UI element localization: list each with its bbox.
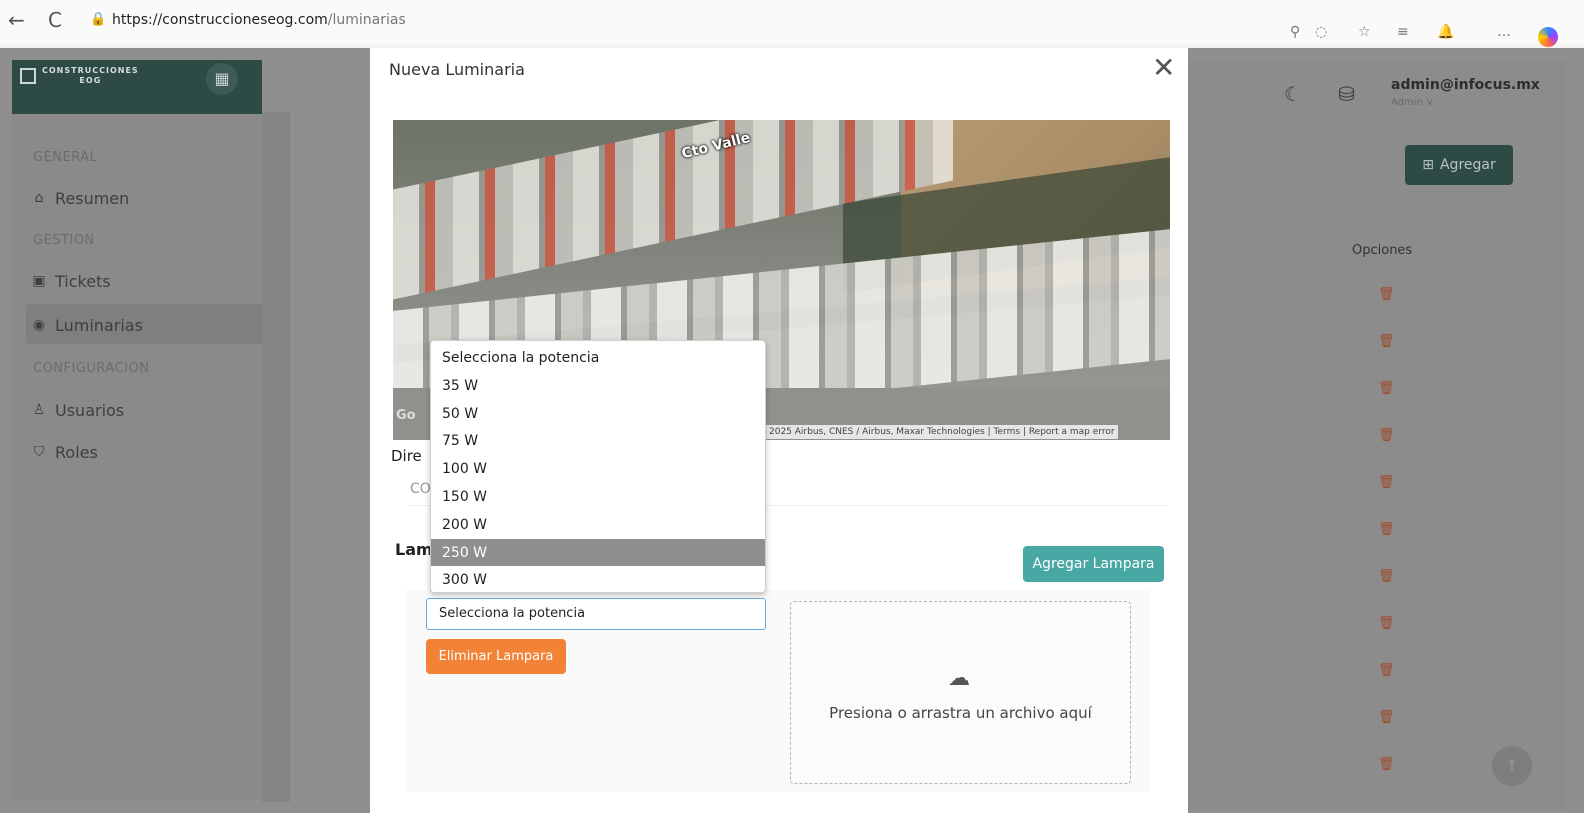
scroll-top-icon[interactable]: ↑ — [1492, 746, 1532, 786]
cloud-upload-icon: ☁ — [948, 666, 970, 691]
logo-line2: EOG — [79, 76, 102, 85]
location-icon[interactable]: ⚲ — [1290, 24, 1300, 40]
dropdown-option[interactable]: 100 W — [431, 455, 765, 483]
star-icon[interactable]: ☆ — [1358, 24, 1371, 40]
options-column-header: Opciones — [1352, 243, 1413, 258]
add-button-label: Agregar — [1439, 157, 1496, 173]
sidebar-item-label: Tickets — [55, 271, 111, 291]
sidebar-item-usuarios[interactable]: ♙ Usuarios — [32, 395, 124, 425]
trash-icon[interactable]: 🗑 — [1378, 522, 1395, 537]
user-icon: ♙ — [32, 402, 46, 418]
more-tools-icon[interactable]: ◌ — [1315, 24, 1327, 40]
trash-icon[interactable]: 🗑 — [1378, 287, 1395, 302]
dropzone-text: Presiona o arrastra un archivo aquí — [829, 704, 1092, 722]
logo-icon — [20, 68, 36, 84]
trash-icon[interactable]: 🗑 — [1378, 569, 1395, 584]
logo: CONSTRUCCIONES EOG — [42, 66, 139, 86]
url-host: https://construccioneseog.com — [112, 12, 328, 28]
sidebar-item-roles[interactable]: ⛉ Roles — [32, 437, 98, 467]
map-attribution[interactable]: 2025 Airbus, CNES / Airbus, Maxar Techno… — [766, 425, 1118, 439]
delete-lamp-button[interactable]: Eliminar Lampara — [426, 639, 566, 674]
browser-toolbar: ← C 🔒 https://construccioneseog.com/lumi… — [0, 0, 1584, 47]
grid-menu-icon[interactable]: ▦ — [206, 63, 238, 95]
lamps-heading: Lam — [395, 540, 433, 559]
sidebar-item-tickets[interactable]: ▣ Tickets — [32, 266, 111, 296]
trash-icon[interactable]: 🗑 — [1378, 381, 1395, 396]
section-general: GENERAL — [33, 150, 98, 165]
plus-box-icon: ⊞ — [1422, 157, 1434, 173]
back-button[interactable]: ← — [8, 8, 25, 32]
lock-icon: 🔒 — [90, 12, 107, 27]
database-icon[interactable]: ⛁ — [1338, 82, 1355, 106]
trash-icon[interactable]: 🗑 — [1378, 428, 1395, 443]
bell-icon[interactable]: 🔔 — [1437, 24, 1454, 40]
section-configuracion: CONFIGURACION — [33, 361, 150, 376]
trash-icon[interactable]: 🗑 — [1378, 663, 1395, 678]
address-label: Dire — [391, 447, 422, 465]
url-path: /luminarias — [327, 12, 406, 28]
dropdown-option[interactable]: Selecciona la potencia — [431, 344, 765, 372]
copilot-icon[interactable] — [1538, 27, 1558, 47]
dropdown-option[interactable]: 200 W — [431, 511, 765, 539]
home-icon: ⌂ — [34, 190, 44, 206]
shield-icon: ⛉ — [33, 444, 45, 460]
sidebar-item-label: Luminarias — [55, 315, 143, 335]
logo-line1: CONSTRUCCIONES — [42, 66, 139, 75]
lamp-icon: ◉ — [32, 317, 46, 333]
trash-icon[interactable]: 🗑 — [1378, 757, 1395, 772]
sidebar — [12, 60, 262, 800]
dropdown-option[interactable]: 35 W — [431, 372, 765, 400]
reload-button[interactable]: C — [48, 8, 62, 32]
dropdown-option[interactable]: 75 W — [431, 427, 765, 455]
power-dropdown-list: Selecciona la potencia 35 W 50 W 75 W 10… — [430, 340, 766, 593]
trash-icon[interactable]: 🗑 — [1378, 616, 1395, 631]
sidebar-strip — [262, 112, 290, 802]
sidebar-item-label: Roles — [55, 442, 98, 462]
dropdown-option-highlighted[interactable]: 250 W — [431, 538, 765, 567]
dropdown-option[interactable]: 150 W — [431, 483, 765, 511]
dropdown-option[interactable]: 300 W — [431, 566, 765, 594]
user-email[interactable]: admin@infocus.mx — [1391, 77, 1540, 93]
dropdown-option[interactable]: 50 W — [431, 400, 765, 428]
sidebar-item-resumen[interactable]: ⌂ Resumen — [32, 183, 130, 213]
trash-icon[interactable]: 🗑 — [1378, 710, 1395, 725]
power-select[interactable]: Selecciona la potencia — [426, 598, 766, 630]
add-button[interactable]: ⊞ Agregar — [1405, 145, 1513, 185]
sidebar-item-label: Resumen — [55, 188, 130, 208]
trash-icon[interactable]: 🗑 — [1378, 334, 1395, 349]
address-value: CO — [410, 481, 431, 497]
ellipsis-icon[interactable]: … — [1497, 24, 1511, 40]
sidebar-item-luminarias[interactable]: ◉ Luminarias — [32, 310, 143, 340]
section-gestion: GESTION — [33, 233, 95, 248]
address-bar[interactable]: https://construccioneseog.com/luminarias — [112, 12, 406, 28]
sidebar-item-label: Usuarios — [55, 400, 125, 420]
user-role[interactable]: Admin ∨ — [1391, 97, 1433, 108]
modal-title: Nueva Luminaria — [389, 60, 525, 79]
close-icon[interactable]: ✕ — [1152, 53, 1175, 83]
favorites-icon[interactable]: ≡ — [1397, 24, 1409, 40]
google-logo: Go — [396, 408, 416, 423]
ticket-icon: ▣ — [32, 273, 46, 289]
trash-icon[interactable]: 🗑 — [1378, 475, 1395, 490]
add-lamp-button[interactable]: Agregar Lampara — [1023, 546, 1164, 582]
moon-icon[interactable]: ☾ — [1284, 82, 1302, 106]
file-dropzone[interactable] — [790, 601, 1131, 784]
